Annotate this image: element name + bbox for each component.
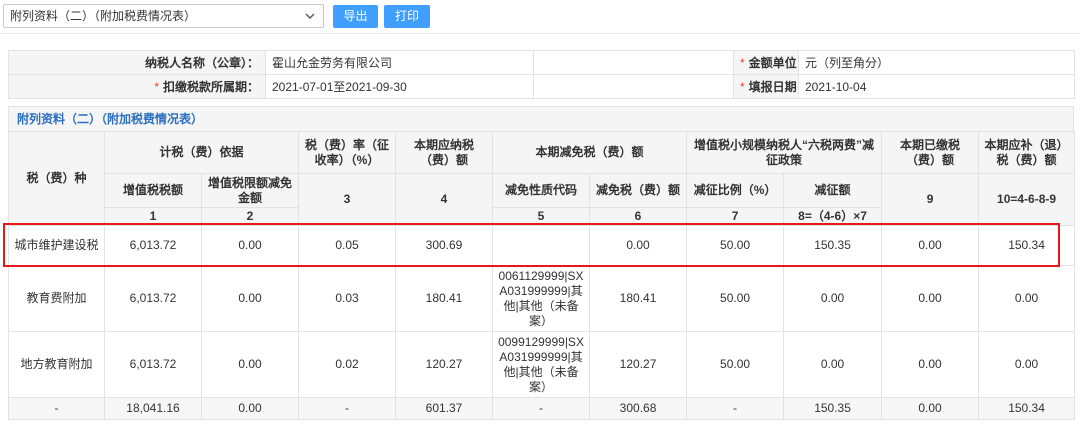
vat-limit-cell: 0.00: [200, 331, 300, 398]
relief-amount-cell: 0.00: [589, 225, 688, 266]
total-row: - 18,041.16 0.00 - 601.37 - 300.68 - 150…: [8, 397, 1076, 420]
toolbar: 附列资料（二）（附加税费情况表） 导出 打印: [0, 0, 1080, 34]
header-tax-type: 税（费）种: [8, 131, 105, 226]
amount-unit-label: *金额单位：: [733, 50, 799, 75]
paid-cell: 0.00: [881, 397, 980, 420]
tax-period-value: 2021-07-01至2021-09-30: [265, 74, 534, 99]
header-vat: 增值税税额: [104, 173, 202, 208]
tax-type-cell: 地方教育附加: [8, 331, 105, 398]
relief-amount-cell: 300.68: [589, 397, 688, 420]
header-num-3: 3: [298, 173, 397, 226]
relief-amount-cell: 120.27: [589, 331, 688, 398]
rate-cell: 0.05: [298, 225, 397, 266]
print-button[interactable]: 打印: [384, 5, 430, 28]
header-small-scale-policy: 增值税小规模纳税人“六税两费”减征政策: [686, 131, 883, 174]
reduce-ratio-cell: 50.00: [686, 225, 785, 266]
reduce-amount-cell: 150.35: [783, 397, 883, 420]
header-relief-code: 减免性质代码: [492, 173, 591, 208]
vat-cell: 6,013.72: [104, 331, 202, 398]
fill-date-label: *填报日期：: [733, 74, 799, 99]
header-num-1: 1: [104, 207, 202, 226]
relief-amount-cell: 180.41: [589, 265, 688, 332]
payable-cell: 120.27: [395, 331, 494, 398]
header-vat-limit: 增值税限额减免金额: [200, 173, 300, 208]
header-num-5: 5: [492, 207, 591, 226]
reduce-amount-cell: 0.00: [783, 265, 883, 332]
taxpayer-name-label: 纳税人名称（公章）：: [8, 50, 266, 75]
reduce-amount-cell: 150.35: [783, 225, 883, 266]
blank-cell: [533, 50, 734, 75]
header-reduce-amount: 减征额: [783, 173, 883, 208]
vat-limit-cell: 0.00: [200, 225, 300, 266]
relief-code-cell[interactable]: 0099129999|SXA031999999|其他|其他（未备案）: [492, 331, 591, 398]
vat-limit-cell: 0.00: [200, 265, 300, 332]
export-button[interactable]: 导出: [333, 5, 378, 28]
rate-cell: 0.02: [298, 331, 397, 398]
surtax-table: 税（费）种 计税（费）依据 税（费）率（征收率）（%） 本期应纳税（费）额 本期…: [8, 131, 1076, 420]
header-payable: 本期应纳税（费）额: [395, 131, 494, 174]
vat-cell: 6,013.72: [104, 225, 202, 266]
payable-cell: 180.41: [395, 265, 494, 332]
tax-type-cell: -: [8, 397, 105, 420]
reduce-amount-cell: 0.00: [783, 331, 883, 398]
header-num-8: 8=（4-6）×7: [783, 207, 883, 226]
rate-cell: -: [298, 397, 397, 420]
paid-cell: 0.00: [881, 265, 980, 332]
header-reduce-ratio: 减征比例（%）: [686, 173, 785, 208]
header-num-7: 7: [686, 207, 785, 226]
tax-type-cell: 城市维护建设税: [8, 225, 105, 266]
report-type-selected: 附列资料（二）（附加税费情况表）: [10, 9, 197, 23]
header-relief: 本期减免税（费）额: [492, 131, 688, 174]
payable-cell: 300.69: [395, 225, 494, 266]
header-refund: 本期应补（退）税（费）额: [978, 131, 1076, 174]
taxpayer-name-value: 霍山允金劳务有限公司: [265, 50, 534, 75]
header-relief-amount: 减免税（费）额: [589, 173, 688, 208]
rate-cell: 0.03: [298, 265, 397, 332]
header-num-6: 6: [589, 207, 688, 226]
fill-date-value: 2021-10-04: [798, 74, 1075, 99]
header-num-4: 4: [395, 173, 494, 226]
paid-cell: 0.00: [881, 225, 980, 266]
tax-type-cell: 教育费附加: [8, 265, 105, 332]
chevron-down-icon: [303, 6, 317, 26]
refund-cell: 150.34: [978, 397, 1076, 420]
refund-cell: 0.00: [978, 331, 1076, 398]
header-num-2: 2: [200, 207, 300, 226]
vat-limit-cell: 0.00: [200, 397, 300, 420]
refund-cell: 150.34: [978, 225, 1076, 266]
reduce-ratio-cell: 50.00: [686, 265, 785, 332]
amount-unit-value: 元（列至角分）: [798, 50, 1075, 75]
blank-cell: [533, 74, 734, 99]
reduce-ratio-cell: 50.00: [686, 331, 785, 398]
taxpayer-info-table: 纳税人名称（公章）： 霍山允金劳务有限公司 *金额单位： 元（列至角分） *扣缴…: [8, 50, 1075, 99]
table-row: 城市维护建设税 6,013.72 0.00 0.05 300.69 0.00 5…: [8, 225, 1076, 266]
vat-cell: 18,041.16: [104, 397, 202, 420]
header-basis: 计税（费）依据: [103, 131, 300, 174]
relief-code-cell[interactable]: 0061129999|SXA031999999|其他|其他（未备案）: [492, 265, 591, 332]
vat-cell: 6,013.72: [104, 265, 202, 332]
header-paid: 本期已缴税（费）额: [881, 131, 980, 174]
reduce-ratio-cell: -: [686, 397, 785, 420]
table-row: 教育费附加 6,013.72 0.00 0.03 180.41 00611299…: [8, 265, 1076, 332]
report-type-select[interactable]: 附列资料（二）（附加税费情况表）: [3, 4, 324, 28]
paid-cell: 0.00: [881, 331, 980, 398]
payable-cell: 601.37: [395, 397, 494, 420]
section-title: 附列资料（二）（附加税费情况表）: [8, 106, 1074, 131]
header-num-10: 10=4-6-8-9: [978, 173, 1076, 226]
refund-cell: 0.00: [978, 265, 1076, 332]
header-num-9: 9: [881, 173, 980, 226]
relief-code-cell: -: [492, 397, 591, 420]
header-rate: 税（费）率（征收率）（%）: [298, 131, 397, 174]
relief-code-cell[interactable]: [492, 225, 591, 266]
table-row: 地方教育附加 6,013.72 0.00 0.02 120.27 0099129…: [8, 331, 1076, 398]
tax-period-label: * 扣缴税款所属期：: [8, 74, 266, 99]
